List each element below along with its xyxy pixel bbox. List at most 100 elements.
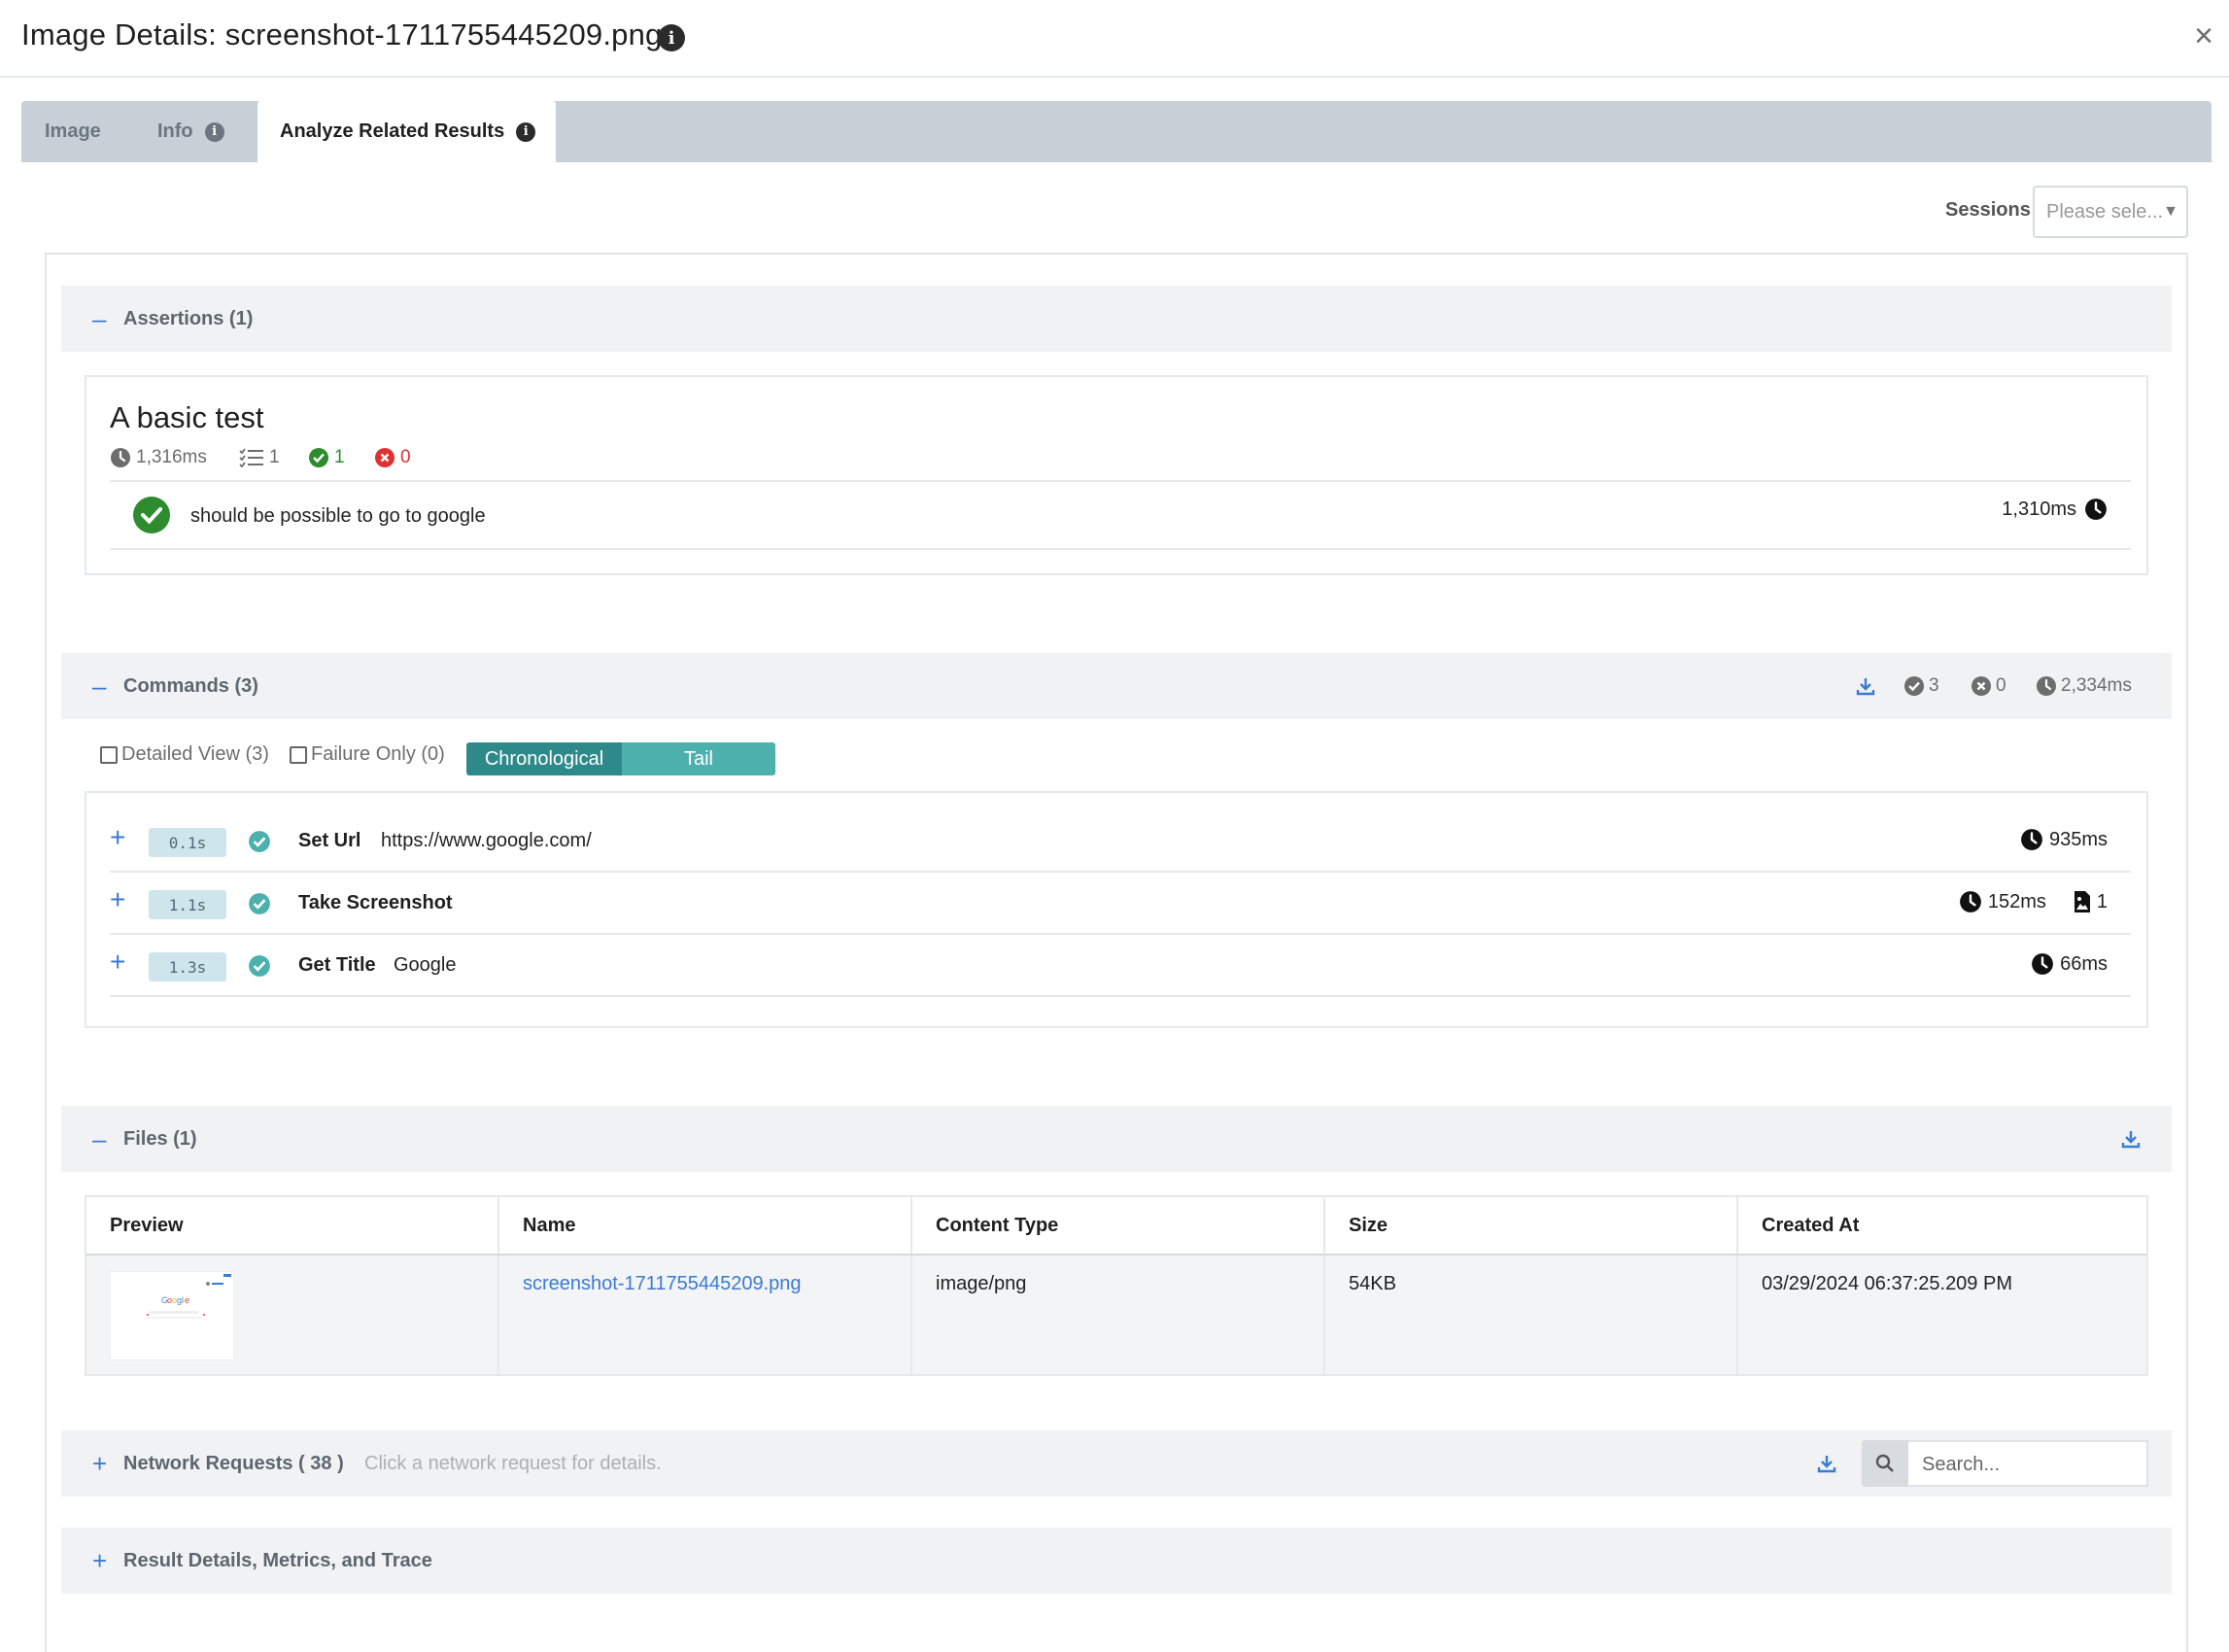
network-requests-title: Network Requests ( 38 ) (123, 1452, 344, 1474)
command-name: Get Title (298, 954, 376, 976)
column-header-preview: Preview (86, 1197, 499, 1254)
expand-icon[interactable]: + (110, 948, 125, 976)
download-icon[interactable] (1856, 676, 1875, 696)
content-type-cell: image/png (912, 1256, 1325, 1374)
test-failed: 0 (374, 447, 411, 468)
check-circle-icon (249, 893, 270, 914)
assertion-card: A basic test 1,316ms 1 1 0 should be pos… (85, 375, 2148, 575)
collapse-icon[interactable]: – (92, 1126, 106, 1152)
sessions-select[interactable]: Please sele... ▼ (2033, 186, 2188, 238)
search-button[interactable] (1862, 1440, 1908, 1487)
order-toggle: Chronological Tail (466, 742, 775, 775)
x-circle-icon (375, 448, 394, 467)
expand-icon[interactable]: + (92, 1451, 107, 1476)
command-value: Google (394, 954, 457, 976)
test-duration-value: 1,316ms (136, 447, 207, 467)
download-icon[interactable] (1817, 1454, 1836, 1473)
check-circle-icon (1904, 676, 1924, 696)
assertions-header[interactable]: – Assertions (1) (61, 286, 2172, 352)
tab-bar: Image Info i Analyze Related Results i (21, 101, 2212, 162)
command-duration-value: 66ms (2060, 952, 2108, 975)
command-row[interactable]: + 1.1s Take Screenshot 152ms 1 (110, 873, 2131, 935)
close-icon[interactable]: × (2194, 19, 2213, 52)
command-row[interactable]: + 1.3s Get Title Google 66ms (110, 935, 2131, 997)
assertion-row[interactable]: should be possible to go to google 1,310… (110, 480, 2131, 550)
test-duration: 1,316ms (110, 447, 207, 468)
result-details-header[interactable]: + Result Details, Metrics, and Trace (61, 1528, 2172, 1594)
clock-icon (2037, 676, 2056, 696)
files-header[interactable]: – Files (1) (61, 1106, 2172, 1172)
tab-image[interactable]: Image (45, 101, 101, 162)
collapse-icon[interactable]: – (92, 306, 106, 331)
x-circle-icon (1972, 676, 1991, 696)
tab-analyze-related-results[interactable]: Analyze Related Results i (257, 101, 556, 162)
column-header-name: Name (499, 1197, 912, 1254)
command-value: https://www.google.com/ (381, 830, 592, 851)
failure-only-label: Failure Only (0) (311, 743, 445, 765)
download-icon[interactable] (2121, 1129, 2141, 1149)
modal-title: Image Details: screenshot-1711755445209.… (21, 17, 663, 52)
file-name-link[interactable]: screenshot-1711755445209.png (523, 1273, 802, 1294)
column-header-content-type: Content Type (912, 1197, 1325, 1254)
expand-icon[interactable]: + (110, 824, 125, 851)
info-icon[interactable]: i (658, 24, 685, 52)
assertion-text: should be possible to go to google (190, 505, 486, 527)
files-title: Files (1) (123, 1127, 197, 1150)
commands-failed: 0 (1971, 653, 2006, 719)
order-tail-button[interactable]: Tail (622, 742, 775, 775)
clock-icon (2085, 499, 2107, 520)
clock-icon (2032, 953, 2054, 975)
commands-duration: 2,334ms (2036, 653, 2132, 719)
command-time: 1.3s (149, 952, 226, 981)
expand-icon[interactable]: + (110, 886, 125, 913)
commands-duration-value: 2,334ms (2061, 675, 2132, 696)
check-circle-icon (309, 448, 328, 467)
command-files-count: 1 (2096, 890, 2108, 912)
column-header-created-at: Created At (1762, 1215, 1860, 1236)
command-time: 1.1s (149, 890, 226, 919)
check-circle-icon (133, 497, 170, 533)
command-time: 0.1s (149, 828, 226, 857)
commands-title: Commands (3) (123, 674, 258, 697)
checkbox[interactable] (290, 745, 307, 764)
tab-info[interactable]: Info i (157, 101, 224, 162)
command-duration: 152ms 1 (1959, 890, 2108, 913)
collapse-icon[interactable]: – (92, 673, 106, 699)
test-count-value: 1 (269, 447, 280, 467)
commands-header[interactable]: – Commands (3) 3 0 2,334ms (61, 653, 2172, 719)
network-requests-header[interactable]: + Network Requests ( 38 ) Click a networ… (61, 1430, 2172, 1497)
search-icon (1875, 1454, 1894, 1472)
failure-only-checkbox[interactable]: Failure Only (0) (290, 743, 445, 766)
clock-icon (111, 448, 130, 467)
command-duration: 66ms (2031, 952, 2108, 976)
command-row[interactable]: + 0.1s Set Url https://www.google.com/ 9… (110, 810, 2131, 873)
detailed-view-label: Detailed View (3) (121, 743, 269, 765)
modal-header: Image Details: screenshot-1711755445209.… (0, 0, 2229, 78)
check-circle-icon (249, 831, 270, 852)
check-circle-icon (249, 955, 270, 977)
command-duration-value: 935ms (2048, 828, 2108, 850)
commands-passed-value: 3 (1929, 675, 1939, 696)
command-name: Take Screenshot (298, 892, 453, 913)
search-input[interactable]: Search... (1908, 1440, 2148, 1487)
svg-text:e: e (185, 1295, 189, 1305)
order-chronological-button[interactable]: Chronological (466, 742, 622, 775)
assertion-duration-value: 1,310ms (2002, 498, 2076, 520)
preview-cell: G o o g l e (86, 1256, 499, 1374)
test-passed: 1 (308, 447, 345, 468)
result-details-title: Result Details, Metrics, and Trace (123, 1549, 432, 1571)
expand-icon[interactable]: + (92, 1548, 107, 1573)
checkbox[interactable] (100, 745, 118, 764)
column-header-size: Size (1325, 1197, 1738, 1254)
command-duration-value: 152ms (1987, 890, 2046, 912)
assertion-duration: 1,310ms (2002, 498, 2108, 521)
caret-down-icon: ▼ (2163, 203, 2178, 220)
file-name-cell: screenshot-1711755445209.png (499, 1256, 912, 1374)
sessions-label: Sessions (1945, 199, 2031, 221)
detailed-view-checkbox[interactable]: Detailed View (3) (100, 743, 269, 766)
assertions-title: Assertions (1) (123, 307, 254, 329)
network-requests-hint: Click a network request for details. (364, 1452, 662, 1474)
created-at-cell: 03/29/2024 06:37:25.209 PM (1762, 1273, 2012, 1294)
file-thumbnail[interactable]: G o o g l e (110, 1271, 234, 1360)
clock-icon (1959, 891, 1981, 912)
